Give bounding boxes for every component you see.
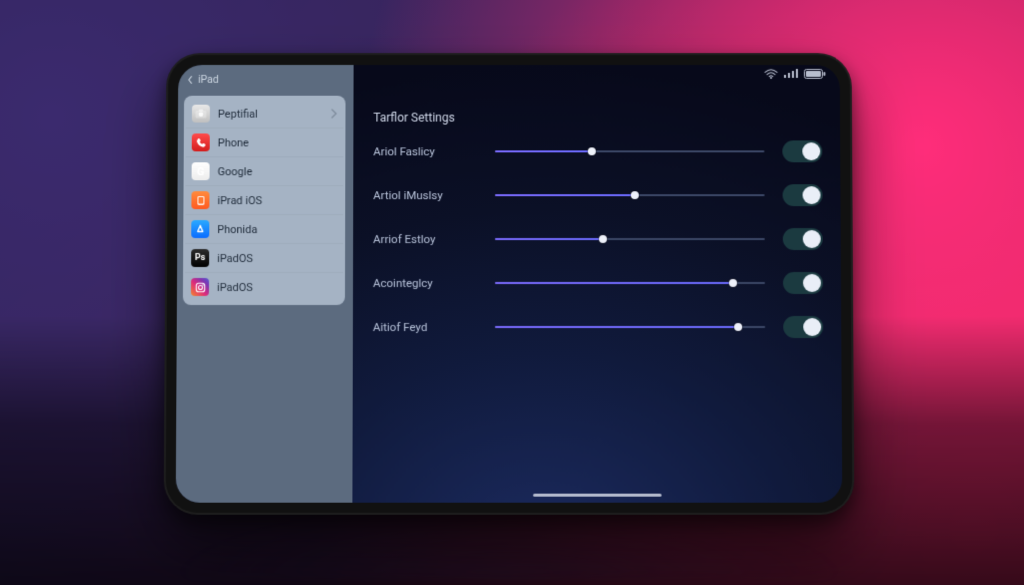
- status-bar: [764, 69, 826, 79]
- phone-icon: [192, 133, 210, 151]
- sidebar-item-label: iPrad iOS: [217, 194, 262, 207]
- toggle[interactable]: [783, 184, 823, 206]
- setting-row: Ariol Faslicy: [373, 140, 822, 162]
- settings-rows: Ariol Faslicy Artiol iMuslsy: [373, 140, 823, 338]
- setting-row: Acointeglcy: [373, 272, 823, 294]
- slider[interactable]: [495, 144, 764, 158]
- sidebar-item-label: Google: [218, 165, 253, 178]
- detail-panel: Tarflor Settings Ariol Faslicy Artiol iM…: [352, 65, 842, 503]
- sidebar-item-label: Phone: [218, 136, 249, 149]
- setting-row: Arriof Estloy: [373, 228, 823, 250]
- setting-label: Ariol Faslicy: [373, 144, 477, 158]
- toggle[interactable]: [783, 228, 823, 250]
- setting-label: Aitiof Feyd: [373, 320, 477, 334]
- back-button[interactable]: iPad: [178, 65, 354, 96]
- slider[interactable]: [495, 188, 765, 202]
- camera-icon: [192, 105, 210, 123]
- ambient-backdrop: iPad Peptifial: [0, 0, 1024, 585]
- setting-label: Artiol iMuslsy: [373, 188, 477, 202]
- setting-row: Artiol iMuslsy: [373, 184, 822, 206]
- sidebar-item-label: Peptifial: [218, 107, 258, 120]
- toggle[interactable]: [783, 272, 823, 294]
- instagram-icon: [191, 278, 209, 296]
- sidebar-item-phone[interactable]: Phone: [186, 128, 344, 157]
- slider[interactable]: [495, 232, 765, 246]
- battery-icon: [804, 69, 826, 79]
- tablet-device: iPad Peptifial: [165, 52, 853, 514]
- sidebar-item-ipradios[interactable]: iPrad iOS: [185, 185, 343, 214]
- section-title: Tarflor Settings: [373, 111, 822, 125]
- sidebar: iPad Peptifial: [176, 65, 354, 503]
- toggle[interactable]: [783, 316, 823, 338]
- setting-row: Aitiof Feyd: [373, 316, 823, 338]
- setting-label: Arriof Estloy: [373, 232, 477, 246]
- ipad-icon: [191, 191, 209, 209]
- signal-icon: [784, 69, 798, 79]
- chevron-right-icon: [331, 109, 338, 119]
- wifi-icon: [764, 69, 778, 79]
- sidebar-item-label: iPadOS: [217, 281, 253, 294]
- appstore-icon: [191, 220, 209, 238]
- photoshop-icon: Ps: [191, 249, 209, 267]
- home-indicator[interactable]: [533, 493, 661, 497]
- sidebar-item-google[interactable]: G Google: [186, 156, 344, 185]
- device-frame: iPad Peptifial: [164, 53, 855, 515]
- slider[interactable]: [495, 276, 765, 290]
- setting-label: Acointeglcy: [373, 276, 477, 290]
- sidebar-item-phonida[interactable]: Phonida: [185, 214, 343, 243]
- sidebar-item-ipados-ps[interactable]: Ps iPadOS: [185, 243, 343, 272]
- back-label: iPad: [198, 73, 219, 86]
- sidebar-item-label: iPadOS: [217, 252, 253, 265]
- chevron-left-icon: [186, 75, 194, 83]
- slider[interactable]: [495, 320, 765, 334]
- screen: iPad Peptifial: [176, 65, 843, 503]
- sidebar-item-ipados-ig[interactable]: iPadOS: [185, 272, 343, 301]
- toggle[interactable]: [782, 140, 822, 162]
- sidebar-list: Peptifial Phone G Google: [183, 96, 346, 305]
- google-icon: G: [192, 162, 210, 180]
- sidebar-item-label: Phonida: [217, 223, 257, 236]
- sidebar-item-peptifial[interactable]: Peptifial: [186, 100, 344, 128]
